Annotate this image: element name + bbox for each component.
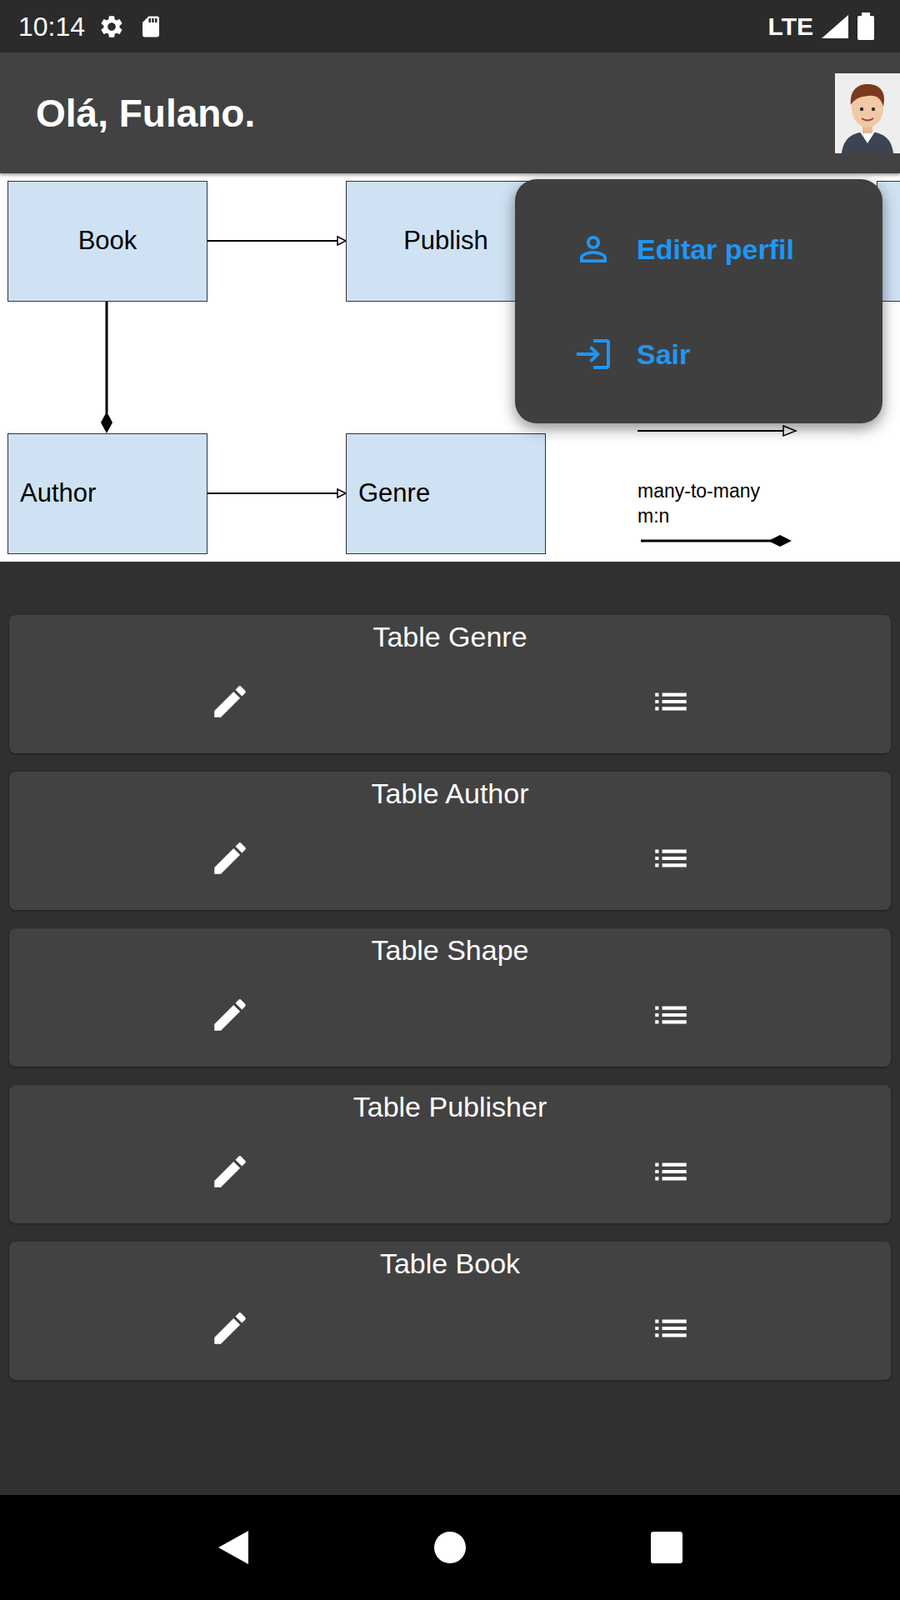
home-icon[interactable] xyxy=(433,1530,467,1565)
profile-menu: Editar perfilSair xyxy=(515,179,883,424)
app-title: Olá, Fulano. xyxy=(35,90,255,137)
gear-icon xyxy=(98,13,125,40)
pencil-icon[interactable] xyxy=(209,680,251,723)
pencil-icon[interactable] xyxy=(209,1307,251,1350)
clock: 10:14 xyxy=(18,13,85,40)
table-title: Table Author xyxy=(9,775,891,812)
menu-item[interactable]: Editar perfil xyxy=(515,196,883,302)
screen: 10:14LTEOlá, Fulano.BookPublishAuthorGen… xyxy=(0,0,900,1600)
legend: many-to-manym:n xyxy=(637,478,760,529)
signal-icon xyxy=(820,13,850,40)
diagram-node: Genre xyxy=(345,433,546,555)
table-card: Table Publisher xyxy=(9,1085,891,1224)
pencil-icon[interactable] xyxy=(209,1150,251,1193)
back-icon[interactable] xyxy=(216,1529,250,1566)
list-icon[interactable] xyxy=(650,1307,692,1350)
pencil-icon[interactable] xyxy=(209,994,251,1036)
network-label: LTE xyxy=(768,14,814,40)
table-card: Table Genre xyxy=(9,615,891,754)
table-list: Table Genre Table Author Table Shape Table … xyxy=(0,561,900,1495)
list-icon[interactable] xyxy=(650,680,692,723)
table-card: Table Author xyxy=(9,771,891,910)
list-icon[interactable] xyxy=(650,837,692,880)
table-title: Table Publisher xyxy=(9,1088,891,1125)
table-title: Table Genre xyxy=(9,618,891,655)
pencil-icon[interactable] xyxy=(209,837,251,880)
diagram-node: Book xyxy=(7,180,208,302)
avatar-icon[interactable] xyxy=(835,73,900,154)
list-icon[interactable] xyxy=(650,994,692,1036)
app-bar: Olá, Fulano. xyxy=(0,52,900,174)
person-icon xyxy=(573,229,614,270)
table-card: Table Book xyxy=(9,1241,891,1380)
list-icon[interactable] xyxy=(650,1150,692,1193)
navigation-bar xyxy=(0,1495,900,1600)
sd-card-icon xyxy=(138,14,164,40)
table-title: Table Shape xyxy=(9,931,891,969)
status-bar: 10:14 LTE xyxy=(0,0,900,53)
diagram-node: Author xyxy=(7,433,208,555)
recents-icon[interactable] xyxy=(650,1530,684,1565)
login-icon xyxy=(573,334,614,375)
table-card: Table Shape xyxy=(9,928,891,1067)
legend-text: many-to-many xyxy=(637,478,760,504)
table-title: Table Book xyxy=(9,1245,891,1282)
menu-item[interactable]: Sair xyxy=(515,301,883,407)
legend-text: m:n xyxy=(637,503,760,529)
battery-icon xyxy=(856,12,875,41)
